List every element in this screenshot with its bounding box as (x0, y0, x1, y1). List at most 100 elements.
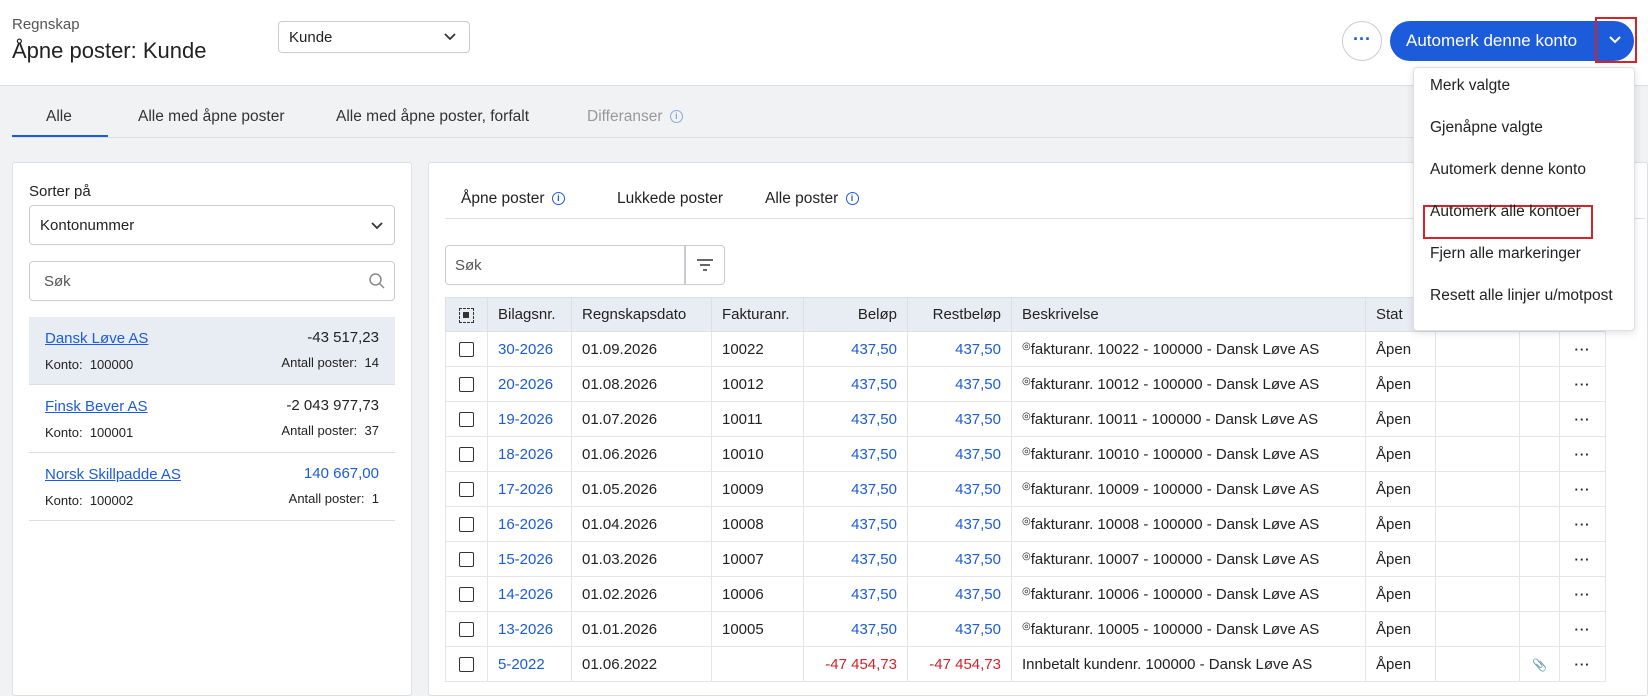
tab-alle-poster[interactable]: Alle poster i (765, 190, 859, 208)
count-value: 14 (364, 355, 379, 370)
paperclip-icon[interactable]: 📎 (1532, 658, 1547, 672)
row-more-button[interactable]: ··· (1575, 587, 1591, 602)
table-row[interactable]: 17-2026 01.05.2026 10009 437,50 437,50 ◎faktu… (445, 471, 1606, 507)
restbelop-cell[interactable]: 437,50 (907, 611, 1012, 647)
column-header[interactable]: Restbeløp (907, 297, 1012, 332)
account-item[interactable]: Norsk Skillpadde AS 140 667,00 Konto: 10… (29, 453, 395, 521)
row-checkbox[interactable] (459, 622, 474, 638)
row-more-button[interactable]: ··· (1575, 377, 1591, 392)
tab-alle[interactable]: Alle (46, 108, 72, 126)
more-options-button[interactable]: ··· (1342, 21, 1382, 61)
account-item[interactable]: Dansk Løve AS -43 517,23 Konto: 100000 A… (29, 317, 395, 385)
restbelop-cell[interactable]: -47 454,73 (907, 646, 1012, 682)
belop-cell[interactable]: -47 454,73 (803, 646, 908, 682)
table-row[interactable]: 18-2026 01.06.2026 10010 437,50 437,50 ◎faktu… (445, 436, 1606, 472)
menu-item-merk-valgte[interactable]: Merk valgte (1430, 77, 1510, 95)
row-checkbox[interactable] (459, 657, 474, 673)
belop-cell[interactable]: 437,50 (803, 541, 908, 577)
table-row[interactable]: 13-2026 01.01.2026 10005 437,50 437,50 ◎faktu… (445, 611, 1606, 647)
row-more-button[interactable]: ··· (1575, 482, 1591, 497)
tab-lukkede-poster[interactable]: Lukkede poster (617, 190, 723, 208)
type-select[interactable]: Kunde (278, 21, 470, 53)
bilagsnr-link[interactable]: 5-2022 (487, 646, 572, 682)
restbelop-cell[interactable]: 437,50 (907, 331, 1012, 367)
belop-cell[interactable]: 437,50 (803, 436, 908, 472)
row-more-button[interactable]: ··· (1575, 552, 1591, 567)
belop-cell[interactable]: 437,50 (803, 506, 908, 542)
restbelop-cell[interactable]: 437,50 (907, 471, 1012, 507)
tab-differanser[interactable]: Differanser i (587, 108, 683, 126)
belop-cell[interactable]: 437,50 (803, 366, 908, 402)
count-value: 37 (364, 423, 379, 438)
bilagsnr-link[interactable]: 30-2026 (487, 331, 572, 367)
column-header[interactable]: Regnskapsdato (571, 297, 712, 332)
row-more-button[interactable]: ··· (1575, 657, 1591, 672)
row-more-button[interactable]: ··· (1575, 622, 1591, 637)
row-checkbox[interactable] (459, 517, 474, 533)
row-checkbox[interactable] (459, 552, 474, 568)
automerk-denne-konto-button[interactable]: Automerk denne konto (1390, 21, 1596, 61)
menu-item-automerk-alle-kontoer[interactable]: Automerk alle kontoer (1430, 203, 1581, 221)
row-checkbox[interactable] (459, 447, 474, 463)
row-checkbox[interactable] (459, 412, 474, 428)
filter-button[interactable] (685, 245, 725, 285)
column-header[interactable]: Fakturanr. (711, 297, 804, 332)
table-row[interactable]: 19-2026 01.07.2026 10011 437,50 437,50 ◎faktu… (445, 401, 1606, 437)
tab-apne-poster[interactable]: Åpne poster i (461, 190, 565, 208)
row-checkbox[interactable] (459, 587, 474, 603)
account-search-input[interactable]: Søk (29, 261, 395, 301)
table-row[interactable]: 5-2022 01.06.2022 -47 454,73 -47 454,73 Innb… (445, 646, 1606, 682)
tab-alle-poster-label: Alle poster (765, 190, 839, 207)
table-row[interactable]: 14-2026 01.02.2026 10006 437,50 437,50 ◎faktu… (445, 576, 1606, 612)
select-all-checkbox[interactable] (459, 307, 474, 323)
bilagsnr-link[interactable]: 18-2026 (487, 436, 572, 472)
row-checkbox[interactable] (459, 342, 474, 358)
row-more-button[interactable]: ··· (1575, 517, 1591, 532)
sort-label: Sorter på (29, 183, 91, 200)
row-checkbox[interactable] (459, 377, 474, 393)
bilagsnr-link[interactable]: 13-2026 (487, 611, 572, 647)
bilagsnr-link[interactable]: 15-2026 (487, 541, 572, 577)
belop-cell[interactable]: 437,50 (803, 471, 908, 507)
column-header[interactable]: Beskrivelse (1011, 297, 1366, 332)
restbelop-cell[interactable]: 437,50 (907, 541, 1012, 577)
sort-select[interactable]: Kontonummer (29, 205, 395, 245)
bilagsnr-link[interactable]: 16-2026 (487, 506, 572, 542)
column-header[interactable]: Bilagsnr. (487, 297, 572, 332)
restbelop-cell[interactable]: 437,50 (907, 401, 1012, 437)
account-name-link[interactable]: Finsk Bever AS (45, 398, 148, 415)
belop-cell[interactable]: 437,50 (803, 401, 908, 437)
tab-alle-med-apne-poster[interactable]: Alle med åpne poster (138, 108, 284, 126)
row-more-button[interactable]: ··· (1575, 342, 1591, 357)
table-row[interactable]: 15-2026 01.03.2026 10007 437,50 437,50 ◎faktu… (445, 541, 1606, 577)
account-name-link[interactable]: Dansk Løve AS (45, 330, 148, 347)
account-name-link[interactable]: Norsk Skillpadde AS (45, 466, 181, 483)
column-header[interactable]: Beløp (803, 297, 908, 332)
restbelop-cell[interactable]: 437,50 (907, 576, 1012, 612)
breadcrumb[interactable]: Regnskap (12, 16, 80, 33)
bilagsnr-link[interactable]: 14-2026 (487, 576, 572, 612)
menu-item-fjern-alle-markeringer[interactable]: Fjern alle markeringer (1430, 245, 1581, 263)
bilagsnr-link[interactable]: 17-2026 (487, 471, 572, 507)
bilagsnr-link[interactable]: 19-2026 (487, 401, 572, 437)
restbelop-cell[interactable]: 437,50 (907, 506, 1012, 542)
row-more-button[interactable]: ··· (1575, 412, 1591, 427)
belop-cell[interactable]: 437,50 (803, 331, 908, 367)
restbelop-cell[interactable]: 437,50 (907, 366, 1012, 402)
table-row[interactable]: 30-2026 01.09.2026 10022 437,50 437,50 ◎faktu… (445, 331, 1606, 367)
page-title: Åpne poster: Kunde (12, 38, 207, 63)
belop-cell[interactable]: 437,50 (803, 611, 908, 647)
table-row[interactable]: 20-2026 01.08.2026 10012 437,50 437,50 ◎faktu… (445, 366, 1606, 402)
bilagsnr-link[interactable]: 20-2026 (487, 366, 572, 402)
account-item[interactable]: Finsk Bever AS -2 043 977,73 Konto: 1000… (29, 385, 395, 453)
menu-item-resett-alle-linjer[interactable]: Resett alle linjer u/motpost (1430, 287, 1613, 305)
entries-search-input[interactable]: Søk (445, 245, 685, 285)
tab-alle-med-apne-poster-forfalt[interactable]: Alle med åpne poster, forfalt (336, 108, 529, 126)
row-checkbox[interactable] (459, 482, 474, 498)
table-row[interactable]: 16-2026 01.04.2026 10008 437,50 437,50 ◎faktu… (445, 506, 1606, 542)
row-more-button[interactable]: ··· (1575, 447, 1591, 462)
menu-item-automerk-denne-konto[interactable]: Automerk denne konto (1430, 161, 1586, 179)
restbelop-cell[interactable]: 437,50 (907, 436, 1012, 472)
menu-item-gjenapne-valgte[interactable]: Gjenåpne valgte (1430, 119, 1543, 137)
belop-cell[interactable]: 437,50 (803, 576, 908, 612)
